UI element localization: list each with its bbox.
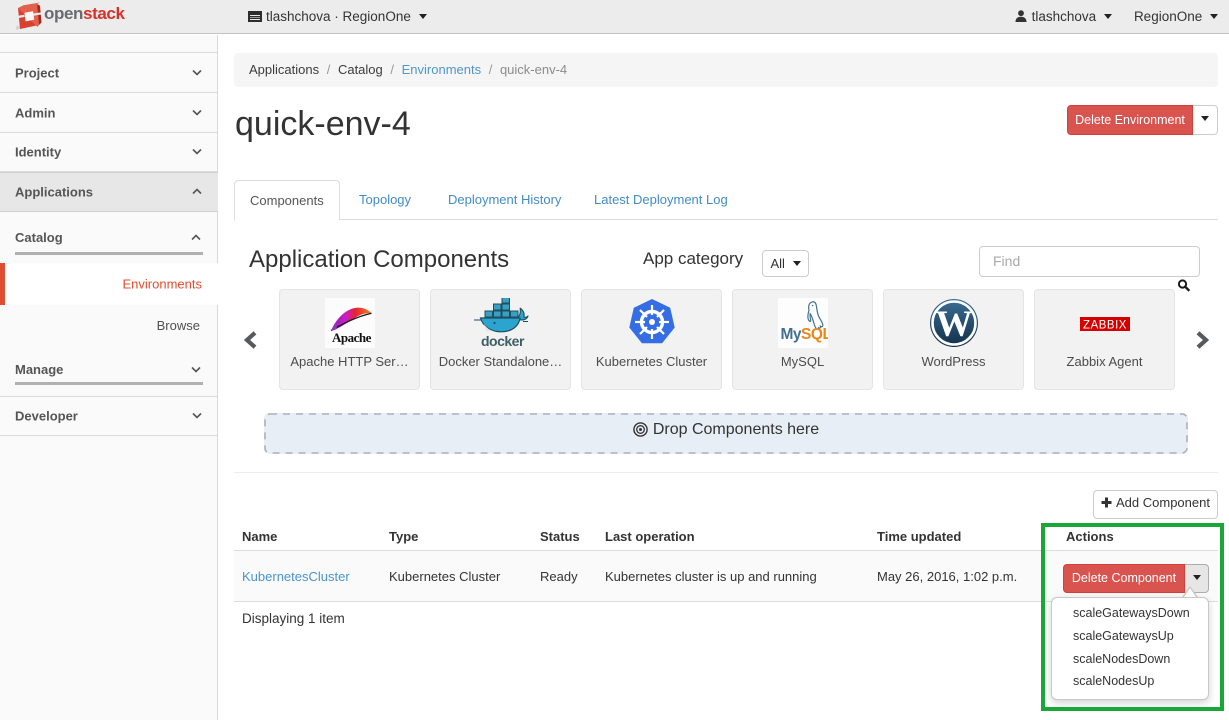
svg-text:ZABBIX: ZABBIX [1083,320,1127,332]
svg-text:Apache: Apache [332,330,372,345]
svg-text:docker: docker [481,333,525,348]
svg-text:openstack: openstack [44,4,125,23]
svg-text:W: W [935,304,972,345]
svg-text:MySQL..: MySQL.. [780,326,828,343]
